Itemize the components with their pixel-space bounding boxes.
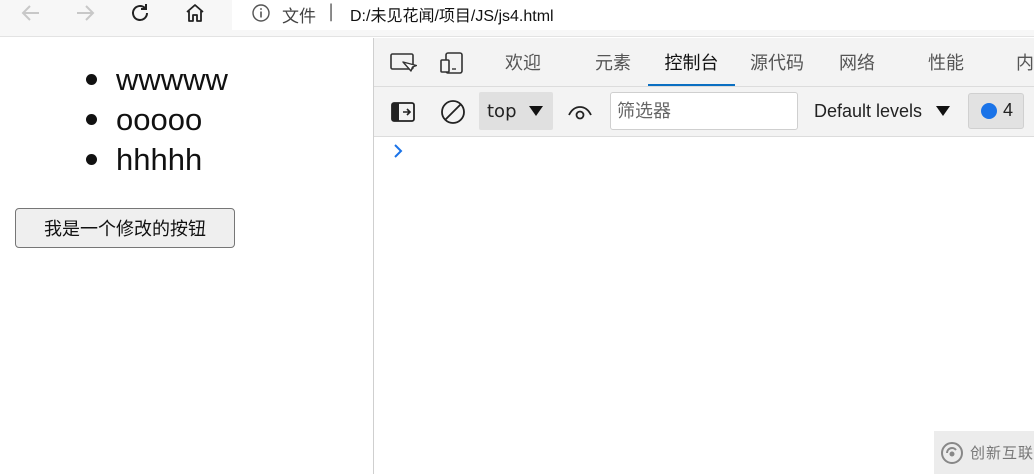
devtools-panel: 欢迎 元素 控制台 源代码 网络 性能 内 top Default levels… — [373, 38, 1034, 474]
list-item: wwwww — [0, 60, 228, 100]
info-icon[interactable] — [251, 3, 271, 23]
home-icon[interactable] — [178, 0, 212, 26]
bullet-dot — [86, 74, 97, 85]
forward-arrow-icon[interactable] — [68, 0, 102, 26]
tab-elements[interactable]: 元素 — [580, 38, 646, 86]
watermark-text: 创新互联 — [970, 444, 1034, 462]
tab-console[interactable]: 控制台 — [648, 38, 735, 86]
chevron-down-icon — [529, 106, 543, 116]
tab-memory-truncated[interactable]: 内 — [1004, 38, 1034, 86]
console-prompt-icon[interactable] — [392, 141, 406, 165]
inspect-element-icon[interactable] — [388, 50, 418, 76]
message-bubble-icon — [981, 103, 997, 119]
device-emulation-icon[interactable] — [437, 50, 467, 76]
console-area[interactable] — [374, 137, 1034, 474]
address-separator: | — [328, 1, 335, 22]
tab-sources[interactable]: 源代码 — [744, 38, 810, 86]
filter-input[interactable] — [610, 92, 798, 130]
watermark-icon — [941, 441, 963, 464]
live-expression-eye-icon[interactable] — [565, 99, 595, 125]
bullet-list: wwwww ooooo hhhhh — [0, 60, 228, 180]
refresh-icon[interactable] — [123, 0, 157, 26]
address-bar[interactable]: 文件 | D:/未见花闻/项目/JS/js4.html — [232, 0, 1034, 30]
issues-count: 4 — [1003, 100, 1014, 120]
tab-welcome[interactable]: 欢迎 — [490, 38, 556, 86]
issues-counter-button[interactable]: 4 — [968, 93, 1024, 129]
devtools-tab-bar: 欢迎 元素 控制台 源代码 网络 性能 内 — [374, 38, 1034, 87]
chevron-down-icon[interactable] — [936, 106, 950, 116]
bullet-dot — [86, 154, 97, 165]
bullet-dot — [86, 114, 97, 125]
page-content: wwwww ooooo hhhhh 我是一个修改的按钮 — [0, 38, 373, 474]
address-file-label: 文件 — [282, 7, 316, 27]
list-item: hhhhh — [0, 140, 228, 180]
address-url[interactable]: D:/未见花闻/项目/JS/js4.html — [350, 2, 554, 26]
browser-toolbar: 文件 | D:/未见花闻/项目/JS/js4.html — [0, 0, 1034, 37]
context-selector[interactable]: top — [479, 92, 553, 130]
log-levels-dropdown[interactable]: Default levels — [814, 101, 922, 122]
console-toolbar: top Default levels 4 — [374, 87, 1034, 137]
sidebar-toggle-icon[interactable] — [388, 99, 418, 125]
modify-button[interactable]: 我是一个修改的按钮 — [15, 208, 235, 248]
clear-console-icon[interactable] — [438, 99, 468, 125]
tab-performance[interactable]: 性能 — [913, 38, 979, 86]
watermark-logo: 创新互联 — [934, 431, 1034, 474]
list-item: ooooo — [0, 100, 228, 140]
tab-network[interactable]: 网络 — [824, 38, 890, 86]
context-label: top — [487, 101, 517, 122]
back-arrow-icon[interactable] — [14, 0, 48, 26]
